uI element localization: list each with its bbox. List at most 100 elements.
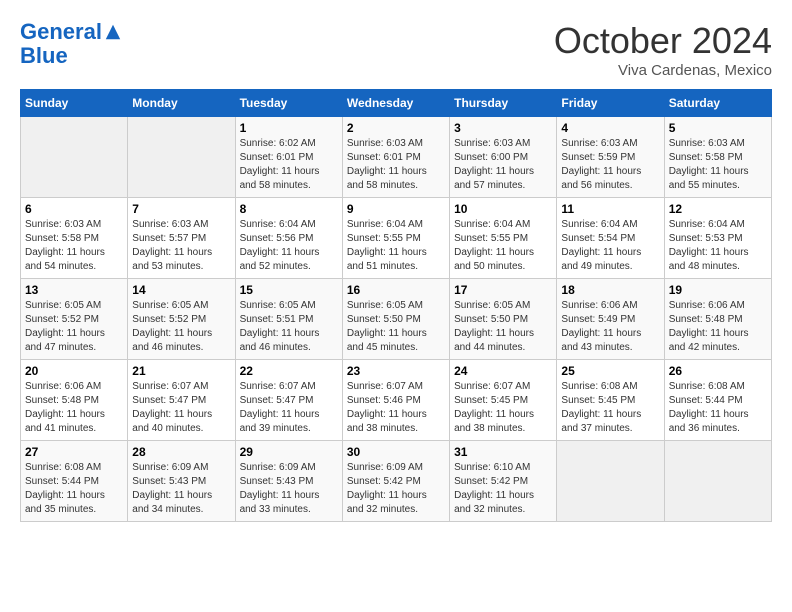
day-number: 4: [561, 121, 659, 135]
calendar-cell: 8 Sunrise: 6:04 AM Sunset: 5:56 PM Daylig…: [235, 198, 342, 279]
calendar-cell: 6Sunrise: 6:03 AM Sunset: 5:58 PM Daylig…: [21, 198, 128, 279]
calendar-cell: [128, 117, 235, 198]
day-of-week-header: Thursday: [450, 90, 557, 117]
calendar-cell: 15 Sunrise: 6:05 AM Sunset: 5:51 PM Dayli…: [235, 279, 342, 360]
day-of-week-header: Friday: [557, 90, 664, 117]
month-title: October 2024: [554, 20, 772, 62]
cell-info: Sunrise: 6:08 AM Sunset: 5:45 PM Dayligh…: [561, 380, 659, 436]
day-number: 17: [454, 283, 552, 297]
cell-info: Sunrise: 6:04 AM Sunset: 5:55 PM Dayligh…: [454, 218, 552, 274]
calendar-cell: 20Sunrise: 6:06 AM Sunset: 5:48 PM Dayli…: [21, 360, 128, 441]
day-number: 24: [454, 364, 552, 378]
calendar-cell: 19 Sunrise: 6:06 AM Sunset: 5:48 PM Dayli…: [664, 279, 771, 360]
cell-info: Sunrise: 6:05 AM Sunset: 5:51 PM Dayligh…: [240, 299, 338, 355]
day-number: 10: [454, 202, 552, 216]
cell-info: Sunrise: 6:09 AM Sunset: 5:43 PM Dayligh…: [240, 461, 338, 517]
day-number: 23: [347, 364, 445, 378]
calendar-cell: 7Sunrise: 6:03 AM Sunset: 5:57 PM Daylig…: [128, 198, 235, 279]
calendar-cell: 5 Sunrise: 6:03 AM Sunset: 5:58 PM Daylig…: [664, 117, 771, 198]
calendar-cell: 31 Sunrise: 6:10 AM Sunset: 5:42 PM Dayli…: [450, 441, 557, 522]
calendar-cell: 2 Sunrise: 6:03 AM Sunset: 6:01 PM Daylig…: [342, 117, 449, 198]
page-header: General Blue October 2024 Viva Cardenas,…: [20, 20, 772, 79]
cell-info: Sunrise: 6:08 AM Sunset: 5:44 PM Dayligh…: [669, 380, 767, 436]
calendar-cell: 21 Sunrise: 6:07 AM Sunset: 5:47 PM Dayli…: [128, 360, 235, 441]
day-number: 19: [669, 283, 767, 297]
cell-info: Sunrise: 6:04 AM Sunset: 5:54 PM Dayligh…: [561, 218, 659, 274]
cell-info: Sunrise: 6:10 AM Sunset: 5:42 PM Dayligh…: [454, 461, 552, 517]
day-number: 21: [132, 364, 230, 378]
cell-info: Sunrise: 6:06 AM Sunset: 5:48 PM Dayligh…: [669, 299, 767, 355]
day-number: 15: [240, 283, 338, 297]
day-number: 12: [669, 202, 767, 216]
calendar-cell: 27Sunrise: 6:08 AM Sunset: 5:44 PM Dayli…: [21, 441, 128, 522]
calendar-cell: 11 Sunrise: 6:04 AM Sunset: 5:54 PM Dayli…: [557, 198, 664, 279]
day-of-week-header: Wednesday: [342, 90, 449, 117]
subtitle: Viva Cardenas, Mexico: [554, 62, 772, 79]
calendar-cell: 26 Sunrise: 6:08 AM Sunset: 5:44 PM Dayli…: [664, 360, 771, 441]
day-number: 11: [561, 202, 659, 216]
day-number: 13: [25, 283, 123, 297]
cell-info: Sunrise: 6:05 AM Sunset: 5:50 PM Dayligh…: [454, 299, 552, 355]
calendar-cell: 17 Sunrise: 6:05 AM Sunset: 5:50 PM Dayli…: [450, 279, 557, 360]
calendar-cell: 3Sunrise: 6:03 AM Sunset: 6:00 PM Daylig…: [450, 117, 557, 198]
day-number: 16: [347, 283, 445, 297]
cell-info: Sunrise: 6:04 AM Sunset: 5:56 PM Dayligh…: [240, 218, 338, 274]
day-of-week-header: Saturday: [664, 90, 771, 117]
cell-info: Sunrise: 6:09 AM Sunset: 5:43 PM Dayligh…: [132, 461, 230, 517]
calendar-cell: [664, 441, 771, 522]
cell-info: Sunrise: 6:07 AM Sunset: 5:46 PM Dayligh…: [347, 380, 445, 436]
cell-info: Sunrise: 6:04 AM Sunset: 5:55 PM Dayligh…: [347, 218, 445, 274]
day-of-week-header: Sunday: [21, 90, 128, 117]
day-number: 8: [240, 202, 338, 216]
calendar-cell: 12 Sunrise: 6:04 AM Sunset: 5:53 PM Dayli…: [664, 198, 771, 279]
day-number: 30: [347, 445, 445, 459]
calendar-cell: 16Sunrise: 6:05 AM Sunset: 5:50 PM Dayli…: [342, 279, 449, 360]
cell-info: Sunrise: 6:04 AM Sunset: 5:53 PM Dayligh…: [669, 218, 767, 274]
day-number: 7: [132, 202, 230, 216]
day-number: 14: [132, 283, 230, 297]
day-number: 20: [25, 364, 123, 378]
logo: General Blue: [20, 20, 122, 68]
cell-info: Sunrise: 6:09 AM Sunset: 5:42 PM Dayligh…: [347, 461, 445, 517]
cell-info: Sunrise: 6:02 AM Sunset: 6:01 PM Dayligh…: [240, 137, 338, 193]
cell-info: Sunrise: 6:03 AM Sunset: 6:01 PM Dayligh…: [347, 137, 445, 193]
calendar-table: SundayMondayTuesdayWednesdayThursdayFrid…: [20, 89, 772, 522]
cell-info: Sunrise: 6:03 AM Sunset: 5:59 PM Dayligh…: [561, 137, 659, 193]
calendar-week-row: 13 Sunrise: 6:05 AM Sunset: 5:52 PM Dayli…: [21, 279, 772, 360]
calendar-cell: 9 Sunrise: 6:04 AM Sunset: 5:55 PM Daylig…: [342, 198, 449, 279]
day-number: 18: [561, 283, 659, 297]
day-number: 2: [347, 121, 445, 135]
cell-info: Sunrise: 6:05 AM Sunset: 5:52 PM Dayligh…: [25, 299, 123, 355]
cell-info: Sunrise: 6:08 AM Sunset: 5:44 PM Dayligh…: [25, 461, 123, 517]
cell-info: Sunrise: 6:06 AM Sunset: 5:49 PM Dayligh…: [561, 299, 659, 355]
calendar-cell: 28Sunrise: 6:09 AM Sunset: 5:43 PM Dayli…: [128, 441, 235, 522]
calendar-cell: [21, 117, 128, 198]
calendar-header-row: SundayMondayTuesdayWednesdayThursdayFrid…: [21, 90, 772, 117]
cell-info: Sunrise: 6:07 AM Sunset: 5:47 PM Dayligh…: [240, 380, 338, 436]
calendar-cell: 13 Sunrise: 6:05 AM Sunset: 5:52 PM Dayli…: [21, 279, 128, 360]
calendar-cell: 4 Sunrise: 6:03 AM Sunset: 5:59 PM Daylig…: [557, 117, 664, 198]
calendar-week-row: 1 Sunrise: 6:02 AM Sunset: 6:01 PM Daylig…: [21, 117, 772, 198]
day-number: 1: [240, 121, 338, 135]
calendar-cell: 14Sunrise: 6:05 AM Sunset: 5:52 PM Dayli…: [128, 279, 235, 360]
calendar-cell: 29 Sunrise: 6:09 AM Sunset: 5:43 PM Dayli…: [235, 441, 342, 522]
day-number: 9: [347, 202, 445, 216]
calendar-week-row: 27Sunrise: 6:08 AM Sunset: 5:44 PM Dayli…: [21, 441, 772, 522]
logo-icon: [104, 23, 122, 41]
day-of-week-header: Tuesday: [235, 90, 342, 117]
calendar-cell: 10 Sunrise: 6:04 AM Sunset: 5:55 PM Dayli…: [450, 198, 557, 279]
cell-info: Sunrise: 6:03 AM Sunset: 5:58 PM Dayligh…: [669, 137, 767, 193]
logo-text: General: [20, 20, 102, 44]
day-number: 31: [454, 445, 552, 459]
calendar-cell: 18 Sunrise: 6:06 AM Sunset: 5:49 PM Dayli…: [557, 279, 664, 360]
day-number: 29: [240, 445, 338, 459]
title-block: October 2024 Viva Cardenas, Mexico: [554, 20, 772, 79]
calendar-cell: 30 Sunrise: 6:09 AM Sunset: 5:42 PM Dayli…: [342, 441, 449, 522]
day-number: 26: [669, 364, 767, 378]
day-of-week-header: Monday: [128, 90, 235, 117]
cell-info: Sunrise: 6:07 AM Sunset: 5:47 PM Dayligh…: [132, 380, 230, 436]
day-number: 5: [669, 121, 767, 135]
calendar-week-row: 20Sunrise: 6:06 AM Sunset: 5:48 PM Dayli…: [21, 360, 772, 441]
cell-info: Sunrise: 6:07 AM Sunset: 5:45 PM Dayligh…: [454, 380, 552, 436]
calendar-cell: 24 Sunrise: 6:07 AM Sunset: 5:45 PM Dayli…: [450, 360, 557, 441]
